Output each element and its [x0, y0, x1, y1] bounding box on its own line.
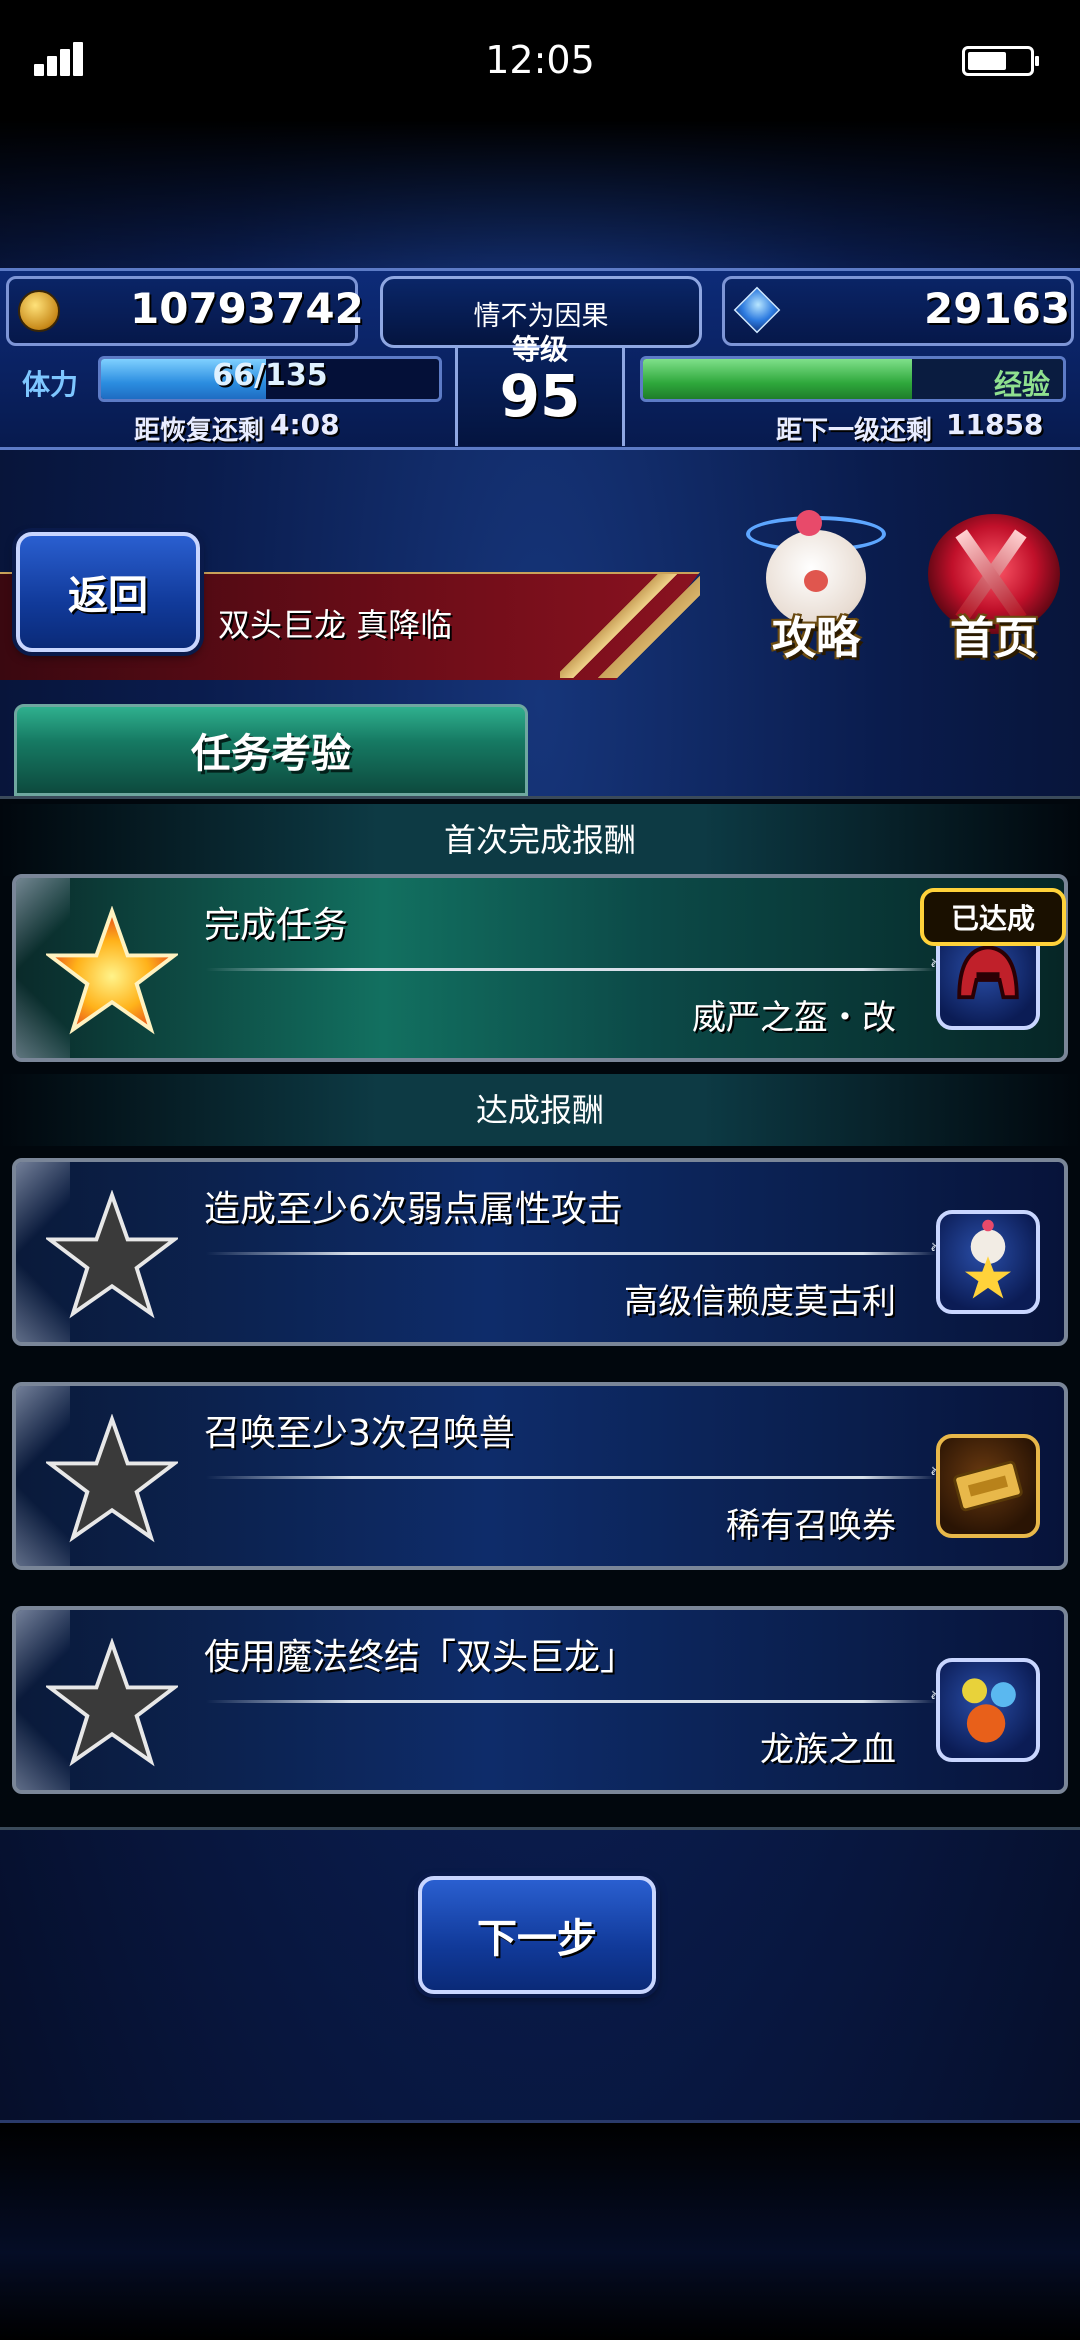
- gold-star-icon: [46, 906, 178, 1035]
- stamina-label: 体力: [22, 368, 79, 401]
- tab-mission-label: 任务考验: [191, 731, 351, 777]
- reward-name: 稀有召唤券: [726, 1506, 896, 1546]
- grey-star-icon: [46, 1190, 178, 1319]
- status-time: 12:05: [485, 38, 595, 82]
- row-divider: [206, 1460, 948, 1485]
- ticket-icon[interactable]: [936, 1434, 1040, 1538]
- section-achievements: 达成报酬: [0, 1074, 1080, 1146]
- next-button-label: 下一步: [477, 1916, 597, 1962]
- mission-row: 召唤至少3次召唤兽 稀有召唤券: [12, 1382, 1068, 1570]
- next-level-label: 距下一级还剩: [776, 416, 933, 446]
- reward-name: 威严之盔・改: [692, 998, 896, 1038]
- reward-name: 高级信赖度莫古利: [624, 1282, 896, 1322]
- guide-button[interactable]: 攻略: [736, 510, 896, 670]
- orbs-icon[interactable]: [936, 1658, 1040, 1762]
- back-button-label: 返回: [68, 573, 148, 619]
- moogle-icon[interactable]: [936, 1210, 1040, 1314]
- next-button[interactable]: 下一步: [418, 1876, 656, 1994]
- mission-row: 使用魔法终结「双头巨龙」 龙族之血: [12, 1606, 1068, 1794]
- exp-label: 经验: [994, 368, 1051, 401]
- achieved-badge-label: 已达成: [950, 902, 1035, 935]
- achieved-badge: 已达成: [920, 888, 1066, 946]
- row-divider: [206, 952, 948, 977]
- gil-coin-icon: [18, 290, 60, 332]
- tab-mission[interactable]: 任务考验: [14, 704, 528, 796]
- recover-time: 4:08: [270, 408, 340, 441]
- mission-text: 完成任务: [204, 905, 349, 946]
- section-first-clear: 首次完成报酬: [0, 804, 1080, 876]
- back-button[interactable]: 返回: [16, 532, 200, 652]
- grey-star-icon: [46, 1414, 178, 1543]
- row-divider: [206, 1236, 948, 1261]
- battery-icon: [962, 46, 1039, 76]
- mission-row: 造成至少6次弱点属性攻击 高级信赖度莫古利: [12, 1158, 1068, 1346]
- gil-amount: 10793742: [130, 284, 364, 333]
- home-button[interactable]: 首页: [914, 510, 1074, 670]
- quest-title: 双头巨龙 真降临: [218, 606, 453, 644]
- bottom-band: [0, 2120, 1080, 2340]
- ribbon-trim: [560, 574, 700, 678]
- moogle-pom: [796, 510, 822, 536]
- reward-name: 龙族之血: [760, 1730, 896, 1770]
- mission-row: 完成任务 威严之盔・改: [12, 874, 1068, 1062]
- mission-text: 召唤至少3次召唤兽: [204, 1413, 515, 1454]
- home-label: 首页: [950, 613, 1038, 664]
- mission-text: 造成至少6次弱点属性攻击: [204, 1189, 623, 1230]
- top-fade: [0, 120, 1080, 270]
- stamina-text: 66/135: [212, 358, 328, 393]
- mission-text: 使用魔法终结「双头巨龙」: [204, 1637, 637, 1678]
- gem-amount: 29163: [924, 284, 1071, 333]
- recover-label: 距恢复还剩: [134, 416, 265, 446]
- row-divider: [206, 1684, 948, 1709]
- next-level-value: 11858: [946, 408, 1044, 441]
- moogle-nose: [804, 570, 828, 592]
- guide-label: 攻略: [772, 613, 860, 664]
- grey-star-icon: [46, 1638, 178, 1767]
- level-value: 95: [499, 362, 581, 430]
